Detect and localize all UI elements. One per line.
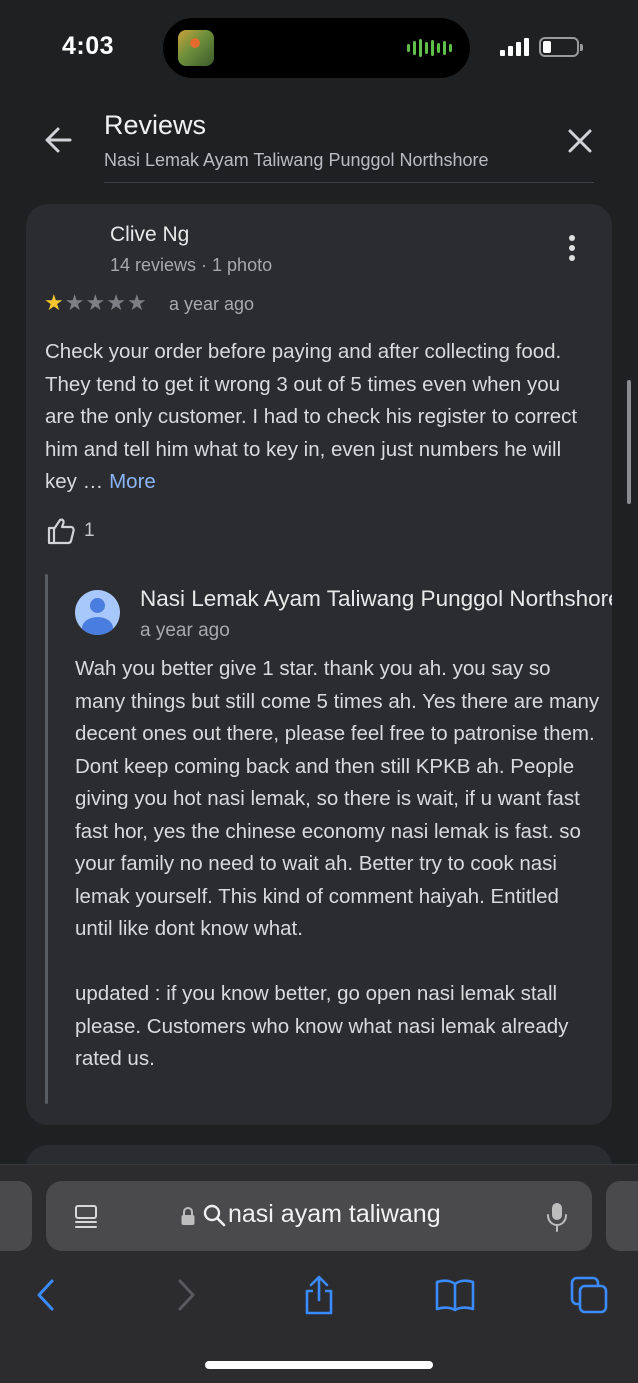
forward-nav-button[interactable] — [160, 1270, 210, 1320]
review-text: Check your order before paying and after… — [45, 336, 595, 499]
tabs-icon — [570, 1276, 608, 1314]
owner-reply-text: Wah you better give 1 star. thank you ah… — [75, 653, 602, 1076]
place-name: Nasi Lemak Ayam Taliwang Punggol Northsh… — [104, 150, 489, 170]
now-playing-artwork — [178, 30, 214, 66]
like-button[interactable]: 1 — [46, 516, 95, 546]
reply-paragraph: Wah you better give 1 star. thank you ah… — [75, 657, 600, 940]
owner-name: Nasi Lemak Ayam Taliwang Punggol Northsh… — [140, 586, 612, 611]
safari-bottom-bar: nasi ayam taliwang — [0, 1164, 638, 1383]
more-link[interactable]: More — [109, 470, 156, 493]
page-menu-icon[interactable] — [72, 1202, 100, 1230]
star-empty-icon: ★ — [85, 290, 106, 315]
lock-icon — [181, 1206, 195, 1225]
back-button[interactable] — [40, 122, 80, 158]
reviewer-name[interactable]: Clive Ng — [110, 223, 189, 247]
address-bar[interactable]: nasi ayam taliwang — [46, 1181, 592, 1251]
reply-indent-bar — [45, 574, 48, 1104]
thumbs-up-icon — [47, 518, 75, 545]
close-icon — [568, 129, 592, 153]
status-bar: 4:03 — [0, 0, 638, 90]
battery-icon — [539, 37, 583, 57]
like-count: 1 — [84, 520, 95, 541]
review-card: Clive Ng 14 reviews · 1 photo ★ ★ ★ ★ ★ a ye… — [26, 204, 612, 1125]
close-button[interactable] — [563, 124, 597, 158]
header-divider — [104, 182, 594, 183]
page-title: Reviews — [104, 110, 207, 140]
book-icon — [435, 1279, 475, 1312]
owner-avatar — [75, 590, 120, 635]
microphone-icon[interactable] — [546, 1201, 568, 1233]
review-date: a year ago — [169, 294, 255, 314]
cellular-signal-icon — [500, 38, 529, 56]
more-options-button[interactable] — [558, 232, 586, 268]
reviews-header: Reviews Nasi Lemak Ayam Taliwang Punggol… — [0, 100, 638, 184]
search-icon — [203, 1204, 226, 1227]
star-empty-icon: ★ — [126, 290, 147, 315]
chevron-left-icon — [37, 1279, 54, 1311]
tabs-button[interactable] — [564, 1270, 614, 1320]
bookmarks-button[interactable] — [430, 1270, 480, 1320]
share-icon — [305, 1275, 333, 1315]
scrollbar-thumb[interactable] — [627, 380, 631, 504]
share-button[interactable] — [294, 1270, 344, 1320]
chevron-right-icon — [178, 1279, 195, 1311]
dynamic-island[interactable] — [163, 18, 470, 78]
more-vert-icon — [569, 235, 575, 241]
arrow-back-icon — [45, 127, 72, 153]
star-filled-icon: ★ — [44, 290, 64, 315]
safari-toolbar — [0, 1270, 638, 1330]
url-text[interactable]: nasi ayam taliwang — [228, 1200, 441, 1229]
reviewer-meta: 14 reviews · 1 photo — [110, 255, 273, 275]
owner-reply-date: a year ago — [140, 620, 230, 641]
star-empty-icon: ★ — [64, 290, 85, 315]
star-rating: ★ ★ ★ ★ ★ — [44, 292, 147, 314]
back-nav-button[interactable] — [22, 1270, 72, 1320]
next-tab-peek[interactable] — [606, 1181, 638, 1251]
audio-waveform-icon — [407, 38, 452, 58]
reply-paragraph-update: updated : if you know better, go open na… — [75, 982, 569, 1070]
previous-tab-peek[interactable] — [0, 1181, 32, 1251]
home-indicator[interactable] — [205, 1361, 433, 1369]
status-time: 4:03 — [62, 32, 115, 60]
star-empty-icon: ★ — [106, 290, 126, 315]
